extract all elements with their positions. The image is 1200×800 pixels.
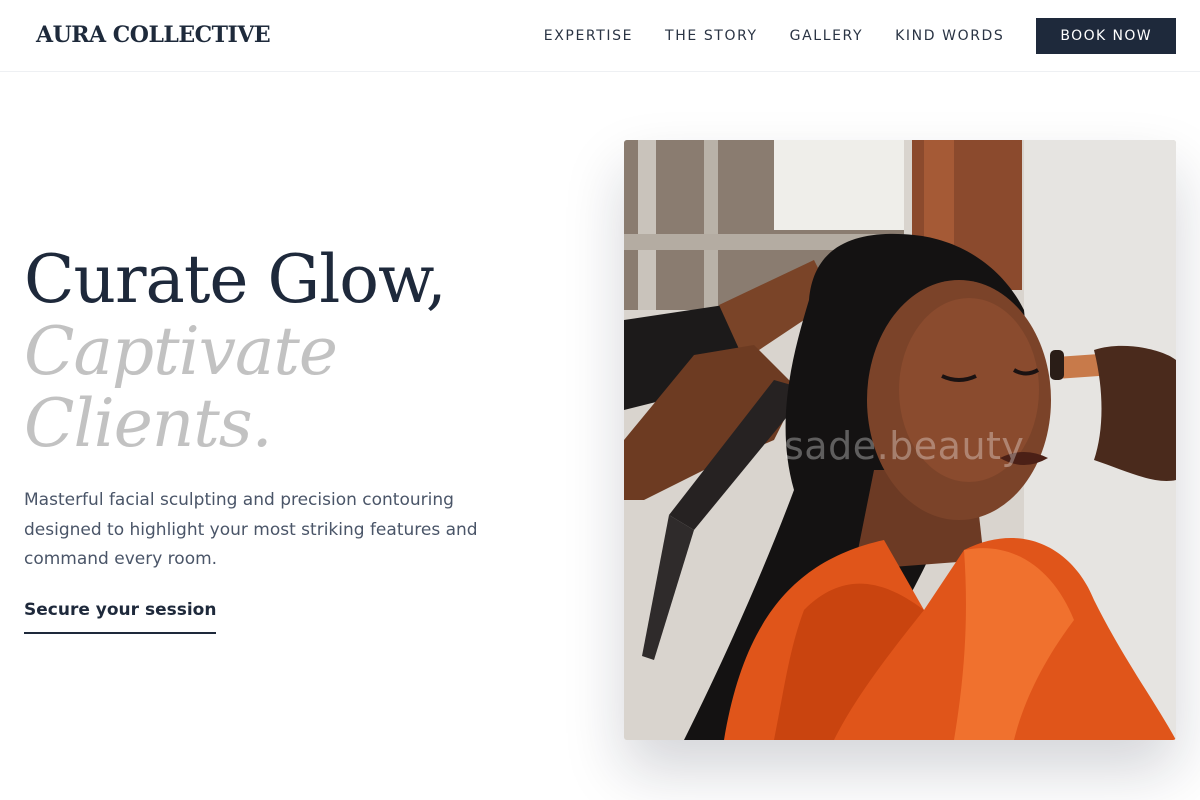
- hero-heading-line-1: Curate Glow,: [24, 241, 447, 318]
- secure-session-link[interactable]: Secure your session: [24, 600, 217, 634]
- nav-link-expertise[interactable]: EXPERTISE: [544, 28, 633, 44]
- site-header: AURA COLLECTIVE EXPERTISE THE STORY GALL…: [0, 0, 1200, 72]
- nav-link-kind-words[interactable]: KIND WORDS: [895, 28, 1004, 44]
- nav-link-gallery[interactable]: GALLERY: [790, 28, 863, 44]
- hero-photo: sade.beauty: [624, 140, 1176, 740]
- main-nav: EXPERTISE THE STORY GALLERY KIND WORDS B…: [544, 18, 1176, 54]
- brand-logo[interactable]: AURA COLLECTIVE: [36, 22, 271, 48]
- hero-heading-line-3: Clients.: [24, 385, 273, 462]
- nav-link-the-story[interactable]: THE STORY: [665, 28, 758, 44]
- hero-description: Masterful facial sculpting and precision…: [24, 490, 478, 569]
- hero-heading: Curate Glow, Captivate Clients.: [24, 241, 447, 462]
- book-now-button[interactable]: BOOK NOW: [1036, 18, 1176, 54]
- photo-watermark: sade.beauty: [784, 424, 1025, 468]
- hero-heading-line-2: Captivate: [24, 313, 338, 390]
